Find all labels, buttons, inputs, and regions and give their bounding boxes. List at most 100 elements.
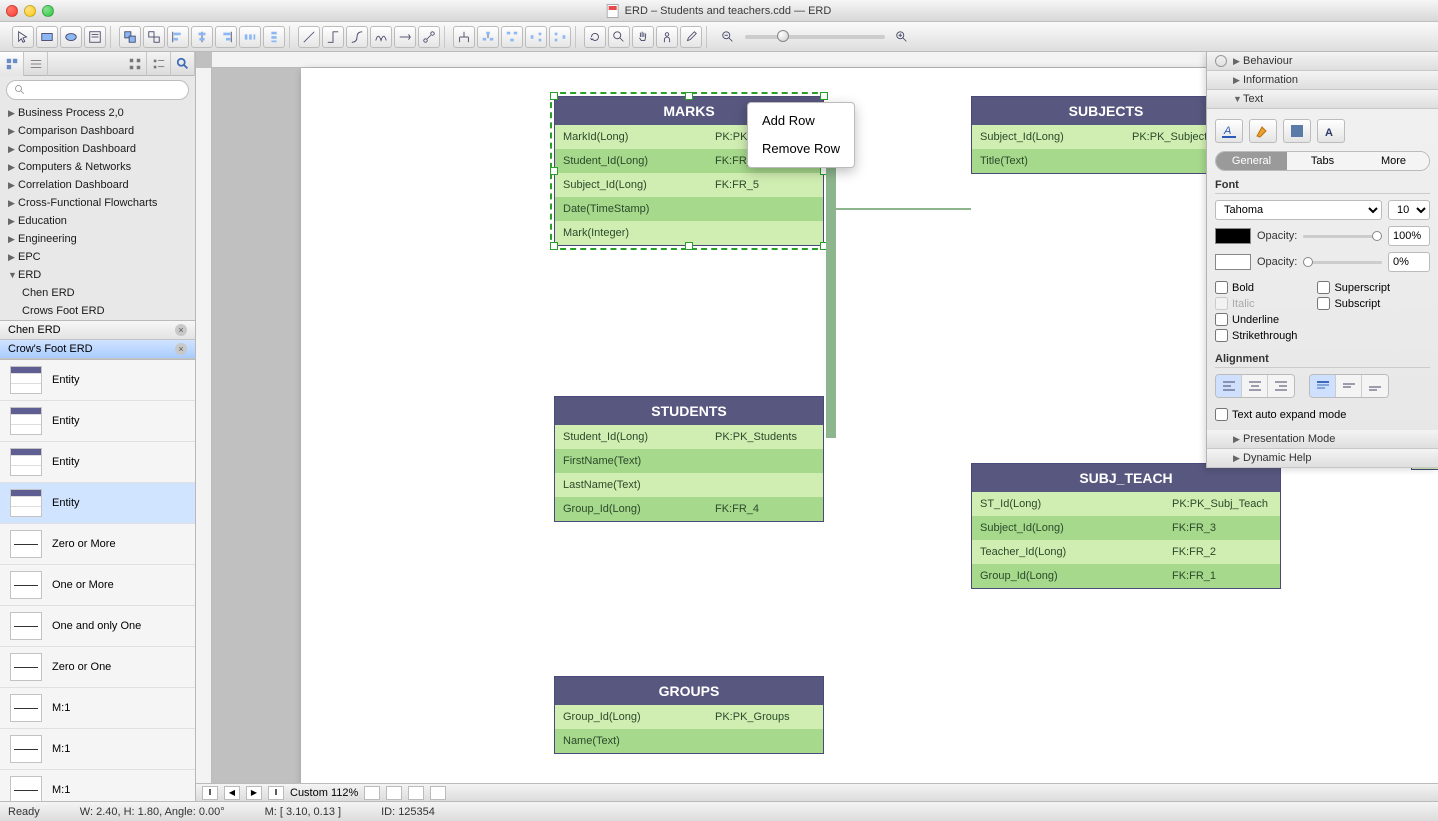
entity-groups[interactable]: GROUPS Group_Id(Long)PK:PK_GroupsName(Te… [554, 676, 824, 754]
general-tab[interactable]: General [1216, 152, 1287, 170]
ellipse-tool-button[interactable] [60, 26, 82, 48]
distribute-h-button[interactable] [239, 26, 261, 48]
align-center-h-button[interactable] [1242, 375, 1268, 397]
tree-item[interactable]: ▶Business Process 2,0 [0, 104, 195, 122]
tree-connector-5-button[interactable] [549, 26, 571, 48]
shape-item[interactable]: Entity [0, 483, 195, 524]
tree-sub-item[interactable]: Crows Foot ERD [0, 302, 195, 320]
information-section[interactable]: ▶Information [1207, 71, 1438, 90]
shape-item[interactable]: Entity [0, 442, 195, 483]
tree-item[interactable]: ▶Cross-Functional Flowcharts [0, 194, 195, 212]
text-section[interactable]: ▼Text [1207, 90, 1438, 109]
tree-item[interactable]: ▶EPC [0, 248, 195, 266]
close-icon[interactable]: × [175, 324, 187, 336]
window-close-button[interactable] [6, 5, 18, 17]
zoom-tool-button[interactable] [608, 26, 630, 48]
context-menu-remove-row[interactable]: Remove Row [748, 135, 854, 163]
canvas-area[interactable]: MARKS MarkId(Long)PK:PK_MarksStudent_Id(… [196, 52, 1438, 801]
entity-row[interactable]: Title(Text) [972, 149, 1240, 173]
entity-row[interactable]: FirstName(Text) [555, 449, 823, 473]
shape-item[interactable]: Zero or One [0, 647, 195, 688]
library-tab[interactable] [0, 52, 24, 76]
shape-item[interactable]: M:1 [0, 688, 195, 729]
auto-expand-checkbox[interactable] [1215, 408, 1228, 421]
text-underline-color-button[interactable]: A [1215, 119, 1243, 143]
font-name-select[interactable]: Tahoma [1215, 200, 1382, 220]
tree-item[interactable]: ▶Composition Dashboard [0, 140, 195, 158]
align-center-button[interactable] [191, 26, 213, 48]
text-tool-button[interactable] [84, 26, 106, 48]
zoom-slider[interactable] [745, 35, 885, 39]
connector-6-button[interactable] [418, 26, 440, 48]
entity-row[interactable]: LastName(Text) [555, 473, 823, 497]
refresh-button[interactable] [584, 26, 606, 48]
text-font-button[interactable]: A [1317, 119, 1345, 143]
shape-item[interactable]: M:1 [0, 770, 195, 801]
tree-connector-1-button[interactable] [453, 26, 475, 48]
page-first-button[interactable]: ‖ [202, 786, 218, 800]
align-right-h-button[interactable] [1268, 375, 1294, 397]
align-left-button[interactable] [167, 26, 189, 48]
tree-item[interactable]: ▶Engineering [0, 230, 195, 248]
shape-item[interactable]: Entity [0, 360, 195, 401]
presentation-section[interactable]: ▶Presentation Mode [1207, 430, 1438, 449]
bold-checkbox[interactable] [1215, 281, 1228, 294]
shape-item[interactable]: Entity [0, 401, 195, 442]
tree-connector-4-button[interactable] [525, 26, 547, 48]
entity-row[interactable]: Student_Id(Long)PK:PK_Students [555, 425, 823, 449]
align-bottom-button[interactable] [1362, 375, 1388, 397]
align-right-button[interactable] [215, 26, 237, 48]
zoom-control-3[interactable] [408, 786, 424, 800]
entity-row[interactable]: Subject_Id(Long)FK:FR_3 [972, 516, 1280, 540]
stroke-opacity-input[interactable] [1388, 252, 1430, 272]
page-prev-button[interactable]: ◀ [224, 786, 240, 800]
text-highlight-button[interactable] [1249, 119, 1277, 143]
connector-2-button[interactable] [322, 26, 344, 48]
align-top-button[interactable] [1310, 375, 1336, 397]
zoom-control-2[interactable] [386, 786, 402, 800]
shape-item[interactable]: M:1 [0, 729, 195, 770]
align-middle-button[interactable] [1336, 375, 1362, 397]
tree-item[interactable]: ▶Education [0, 212, 195, 230]
stroke-opacity-slider[interactable] [1303, 261, 1382, 264]
entity-row[interactable]: Subject_Id(Long)FK:FR_5 [555, 173, 823, 197]
italic-checkbox[interactable] [1215, 297, 1228, 310]
search-tab[interactable] [171, 52, 195, 76]
grid-view-tab[interactable] [123, 52, 147, 76]
entity-subj-teach[interactable]: SUBJ_TEACH ST_Id(Long)PK:PK_Subj_TeachSu… [971, 463, 1281, 589]
ungroup-button[interactable] [143, 26, 165, 48]
tree-item[interactable]: ▶Computers & Networks [0, 158, 195, 176]
shape-item[interactable]: Zero or More [0, 524, 195, 565]
subscript-checkbox[interactable] [1317, 297, 1330, 310]
text-background-button[interactable] [1283, 119, 1311, 143]
entity-students[interactable]: STUDENTS Student_Id(Long)PK:PK_StudentsF… [554, 396, 824, 522]
connector-5-button[interactable] [394, 26, 416, 48]
eyedropper-tool-button[interactable] [680, 26, 702, 48]
library-tree[interactable]: ▶Business Process 2,0▶Comparison Dashboa… [0, 104, 195, 320]
window-zoom-button[interactable] [42, 5, 54, 17]
font-size-select[interactable]: 10 [1388, 200, 1430, 220]
superscript-checkbox[interactable] [1317, 281, 1330, 294]
tree-item[interactable]: ▼ERD [0, 266, 195, 284]
context-menu-add-row[interactable]: Add Row [748, 107, 854, 135]
close-icon[interactable]: × [175, 343, 187, 355]
list-tab[interactable] [24, 52, 48, 76]
tree-connector-3-button[interactable] [501, 26, 523, 48]
zoom-out-button[interactable] [717, 26, 739, 48]
entity-subjects[interactable]: SUBJECTS Subject_Id(Long)PK:PK_SubjectsT… [971, 96, 1241, 174]
lib-doc-tab[interactable]: Chen ERD× [0, 321, 195, 340]
rect-tool-button[interactable] [36, 26, 58, 48]
zoom-in-button[interactable] [891, 26, 913, 48]
entity-row[interactable]: Name(Text) [555, 729, 823, 753]
entity-row[interactable]: Group_Id(Long)FK:FR_1 [972, 564, 1280, 588]
connector-3-button[interactable] [346, 26, 368, 48]
page-last-button[interactable]: ‖ [268, 786, 284, 800]
fill-color-swatch[interactable] [1215, 228, 1251, 244]
hand-tool-button[interactable] [656, 26, 678, 48]
dynamic-help-section[interactable]: ▶Dynamic Help [1207, 449, 1438, 468]
tree-item[interactable]: ▶Correlation Dashboard [0, 176, 195, 194]
library-search-input[interactable] [6, 80, 189, 100]
entity-row[interactable]: Teacher_Id(Long)FK:FR_2 [972, 540, 1280, 564]
tree-sub-item[interactable]: Chen ERD [0, 284, 195, 302]
entity-row[interactable]: Group_Id(Long)FK:FR_4 [555, 497, 823, 521]
